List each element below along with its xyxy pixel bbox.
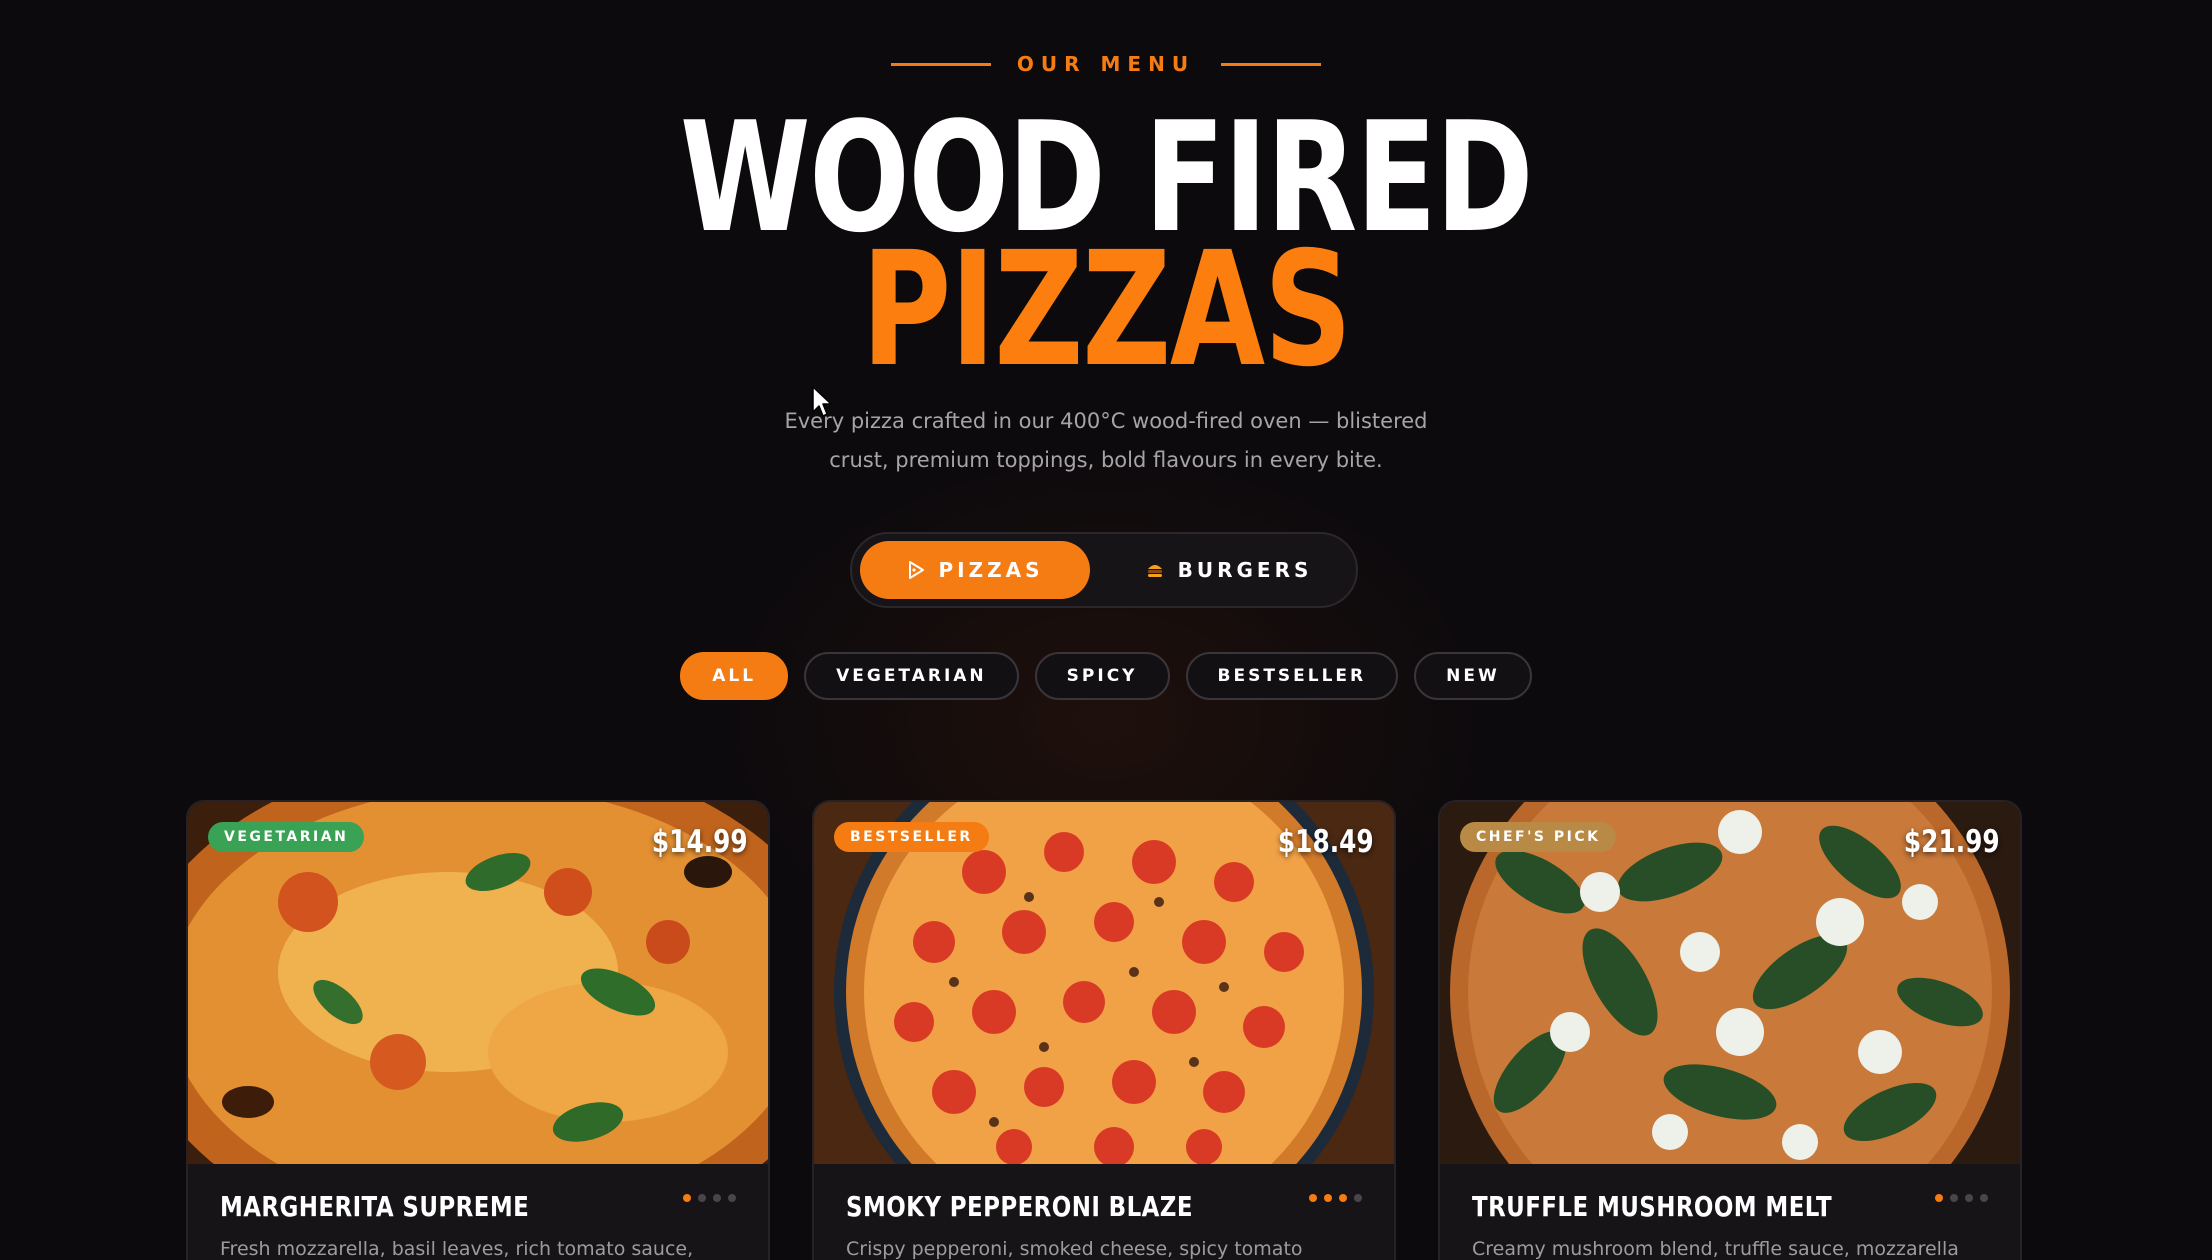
menu-category-switch: PIZZAS BURGERS bbox=[850, 532, 1358, 608]
eyebrow-text: OUR MENU bbox=[1016, 52, 1196, 76]
spice-dot bbox=[1965, 1194, 1973, 1202]
spice-level-dots bbox=[683, 1194, 736, 1202]
card-title: TRUFFLE MUSHROOM MELT bbox=[1472, 1190, 1833, 1223]
filter-all[interactable]: ALL bbox=[680, 652, 789, 700]
spice-dot bbox=[1354, 1194, 1362, 1202]
card-description: Creamy mushroom blend, truffle sauce, mo… bbox=[1472, 1238, 1959, 1260]
card-title: MARGHERITA SUPREME bbox=[220, 1190, 530, 1223]
burgers-tab-label: BURGERS bbox=[1177, 558, 1313, 582]
pizzas-tab[interactable]: PIZZAS bbox=[860, 541, 1090, 599]
card-badge: VEGETARIAN bbox=[208, 822, 365, 852]
card-description: Crispy pepperoni, smoked cheese, spicy t… bbox=[846, 1238, 1303, 1260]
spice-dot bbox=[728, 1194, 736, 1202]
intro-text: Every pizza crafted in our 400°C wood-fi… bbox=[784, 409, 1428, 472]
spice-dot bbox=[1339, 1194, 1347, 1202]
spice-dot bbox=[698, 1194, 706, 1202]
card-badge: BESTSELLER bbox=[834, 822, 989, 852]
burger-icon bbox=[1146, 562, 1164, 578]
card-price: $18.49 bbox=[1278, 824, 1374, 860]
burgers-tab[interactable]: BURGERS bbox=[1114, 541, 1344, 599]
spice-dot bbox=[1950, 1194, 1958, 1202]
eyebrow-line-left bbox=[890, 62, 991, 66]
menu-card[interactable]: BESTSELLER $18.49 SMOKY PEPPERONI BLAZE … bbox=[812, 800, 1396, 1260]
section-eyebrow: OUR MENU bbox=[0, 52, 2212, 76]
spice-level-dots bbox=[1309, 1194, 1362, 1202]
pizzas-tab-label: PIZZAS bbox=[938, 558, 1044, 582]
card-title: SMOKY PEPPERONI BLAZE bbox=[846, 1190, 1193, 1223]
card-description: Fresh mozzarella, basil leaves, rich tom… bbox=[220, 1238, 694, 1260]
card-price: $14.99 bbox=[652, 824, 748, 860]
filter-chips: ALL VEGETARIAN SPICY BESTSELLER NEW bbox=[0, 652, 2212, 700]
spice-dot bbox=[1324, 1194, 1332, 1202]
spice-dot bbox=[1935, 1194, 1943, 1202]
eyebrow-line-right bbox=[1221, 62, 1322, 66]
menu-card[interactable]: CHEF'S PICK $21.99 TRUFFLE MUSHROOM MELT… bbox=[1438, 800, 2022, 1260]
filter-bestseller[interactable]: BESTSELLER bbox=[1185, 652, 1399, 700]
page-title-line2: PIZZAS bbox=[861, 218, 1352, 402]
spice-dot bbox=[1980, 1194, 1988, 1202]
card-price: $21.99 bbox=[1904, 824, 2000, 860]
spice-level-dots bbox=[1935, 1194, 1988, 1202]
pizza-slice-icon bbox=[907, 560, 925, 580]
menu-page: OUR MENU WOOD FIRED PIZZAS Every pizza c… bbox=[0, 0, 2212, 1260]
filter-new[interactable]: NEW bbox=[1414, 652, 1532, 700]
mouse-cursor-icon bbox=[812, 386, 834, 422]
spice-dot bbox=[713, 1194, 721, 1202]
spice-dot bbox=[1309, 1194, 1317, 1202]
filter-vegetarian[interactable]: VEGETARIAN bbox=[804, 652, 1019, 700]
menu-card[interactable]: VEGETARIAN $14.99 MARGHERITA SUPREME Fre… bbox=[186, 800, 770, 1260]
filter-spicy[interactable]: SPICY bbox=[1034, 652, 1170, 700]
card-badge: CHEF'S PICK bbox=[1460, 822, 1617, 852]
spice-dot bbox=[683, 1194, 691, 1202]
